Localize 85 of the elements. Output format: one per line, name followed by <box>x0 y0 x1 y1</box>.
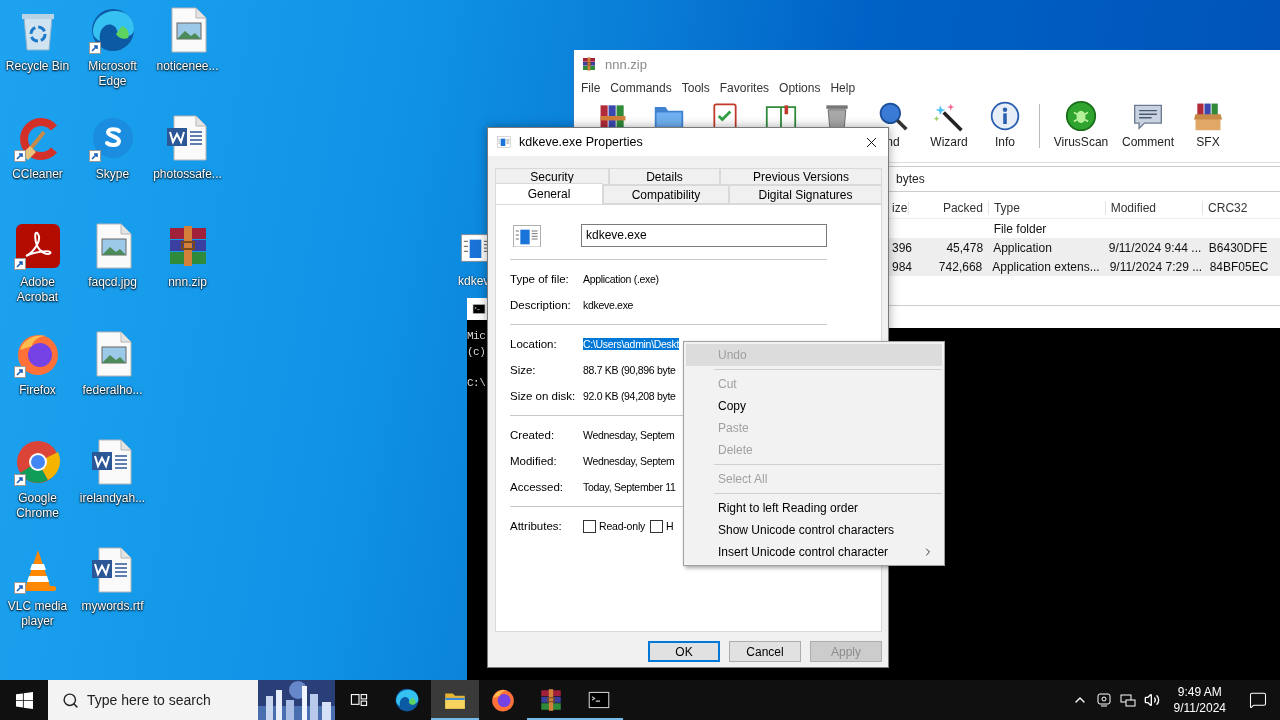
toolbar-button[interactable]: Wizard <box>921 98 977 149</box>
property-value: Application (.exe) <box>583 273 659 285</box>
property-value: Wednesday, Septem <box>583 455 675 467</box>
property-label: Size on disk: <box>510 390 577 402</box>
menu-item[interactable]: Options <box>774 81 826 95</box>
archive-icon <box>538 687 564 713</box>
speech-bubble-icon <box>1249 691 1267 709</box>
property-value: kdkeve.exe <box>583 299 634 311</box>
menu-item[interactable]: Favorites <box>714 81 775 95</box>
attribute-checkbox[interactable]: Read-only <box>583 519 646 533</box>
tab[interactable]: Digital Signatures <box>729 185 882 204</box>
table-cell-text: B6430DFE <box>1207 240 1269 255</box>
table-cell-text: Application <box>992 240 1053 255</box>
toolbar-button[interactable]: Info <box>977 98 1033 149</box>
shortcut-arrow-icon <box>88 150 101 162</box>
menu-item[interactable]: Copy <box>686 395 942 417</box>
window-title: nnn.zip <box>605 56 647 72</box>
clock-time[interactable]: 9:49 AM <box>1177 684 1222 700</box>
column-header[interactable]: CRC32 <box>1203 200 1280 215</box>
dialog-button[interactable]: OK <box>648 641 720 662</box>
table-cell-text: File folder <box>992 221 1048 236</box>
windows-logo-icon <box>15 691 33 709</box>
shortcut-arrow-icon <box>13 474 26 486</box>
menu-item[interactable]: Insert Unicode control character <box>686 541 942 563</box>
shortcut-arrow-icon <box>13 150 26 162</box>
property-value: 92.0 KB (94,208 byte <box>583 390 676 402</box>
terminal-line: C:\ <box>467 376 486 391</box>
toolbar-button[interactable]: VirusScan <box>1046 98 1116 149</box>
pdf-icon <box>13 222 62 270</box>
browser-icon <box>394 687 420 713</box>
table-cell-text: 9/11/2024 9:44 ... <box>1107 240 1203 255</box>
archive-icon <box>581 56 597 72</box>
file-name-field[interactable]: kdkeve.exe <box>581 223 827 247</box>
property-value: C:\Users\admin\Deskt <box>583 338 680 350</box>
terminal-line: (c) <box>467 345 486 360</box>
menu-item[interactable]: Show Unicode control characters <box>686 519 942 541</box>
table-cell-text: 45,478 <box>945 240 985 255</box>
property-label: Modified: <box>510 455 558 467</box>
property-value: Wednesday, Septem <box>583 429 675 441</box>
address-field[interactable]: bytes <box>896 172 925 186</box>
terminal-line: Mic <box>467 329 486 344</box>
info-icon <box>989 100 1021 132</box>
property-label: Created: <box>510 429 556 441</box>
table-cell-text: 9/11/2024 7:29 ... <box>1108 259 1204 274</box>
property-label: Size: <box>510 364 537 376</box>
magnifier-icon <box>877 100 909 132</box>
menu-item[interactable]: Right to left Reading order <box>686 497 942 519</box>
toolbar-button[interactable]: Comment <box>1116 98 1180 149</box>
property-label: Location: <box>510 338 558 350</box>
tab[interactable]: Compatibility <box>603 185 729 204</box>
taskbar-app[interactable] <box>431 680 479 720</box>
property-label: Type of file: <box>510 273 570 285</box>
search-field[interactable]: Type here to search <box>79 692 258 708</box>
search-icon <box>62 691 79 709</box>
shortcut-arrow-icon <box>13 582 26 594</box>
property-value: Today, September 11 <box>583 481 676 493</box>
menu-item[interactable]: File <box>576 81 606 95</box>
toolbar-button[interactable]: SFX <box>1180 98 1236 149</box>
tab[interactable]: General <box>495 183 603 204</box>
application-icon <box>511 223 543 247</box>
tab[interactable]: Previous Versions <box>720 168 882 185</box>
property-label: Description: <box>510 299 572 311</box>
menu-item[interactable]: Tools <box>676 81 715 95</box>
table-cell-text: Application extens... <box>991 259 1101 274</box>
dialog-title: kdkeve.exe Properties <box>519 135 644 149</box>
terminal-icon <box>471 301 487 317</box>
shortcut-arrow-icon <box>13 366 26 378</box>
bug-icon <box>1065 100 1097 132</box>
shortcut-arrow-icon <box>88 42 101 54</box>
column-header[interactable]: Type <box>988 200 1106 215</box>
property-label: Accessed: <box>510 481 565 493</box>
dialog-button[interactable]: Cancel <box>729 641 801 662</box>
tab[interactable]: Details <box>609 168 720 185</box>
column-header[interactable]: Packed <box>909 200 989 215</box>
table-cell-text: 742,668 <box>937 259 984 274</box>
menu-item[interactable]: Commands <box>605 81 677 95</box>
application-icon <box>496 134 512 150</box>
clock-date[interactable]: 9/11/2024 <box>1173 700 1226 716</box>
property-label: Attributes: <box>510 520 563 532</box>
shortcut-arrow-icon <box>13 258 26 270</box>
table-cell-text: 84BF05EC <box>1208 259 1270 274</box>
menu-item[interactable]: Help <box>825 81 861 95</box>
property-value: 88.7 KB (90,896 byte <box>583 364 676 376</box>
browser-icon <box>490 687 516 713</box>
column-header[interactable]: Modified <box>1105 200 1204 215</box>
